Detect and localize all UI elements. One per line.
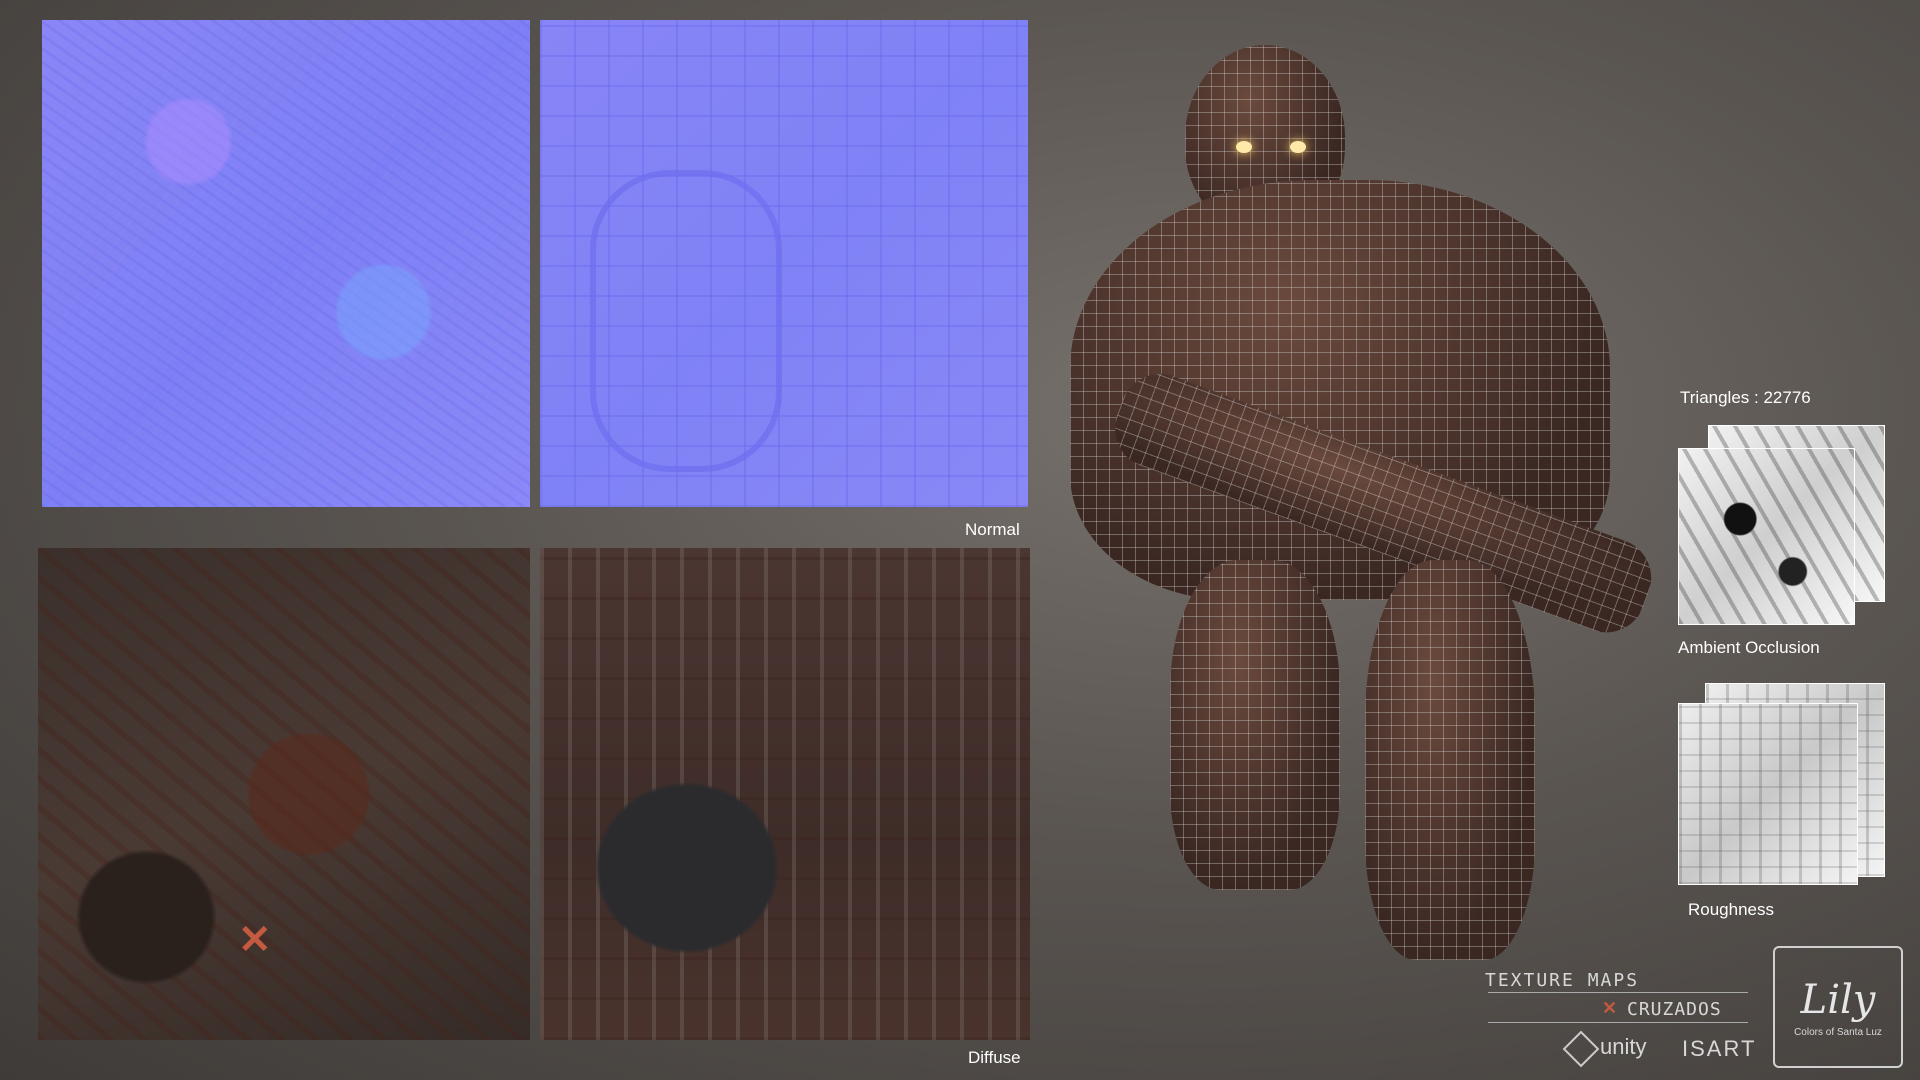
diffuse-label: Diffuse	[968, 1048, 1021, 1067]
diffuse-map-texture-a: ✕	[38, 548, 530, 1040]
normal-map-oval-shape	[590, 170, 782, 472]
diffuse-map-texture-b	[540, 548, 1030, 1040]
unity-label: unity	[1600, 1034, 1647, 1059]
heading-underline	[1488, 992, 1748, 993]
isart-label: ISART	[1682, 1036, 1757, 1061]
character-wireframe-render	[1040, 40, 1680, 970]
roughness-map-front	[1678, 703, 1858, 885]
cruzados-label: CRUZADOS	[1627, 999, 1722, 1020]
ambient-occlusion-map-front	[1678, 448, 1855, 625]
normal-label: Normal	[965, 520, 1020, 539]
normal-map-texture-b	[540, 20, 1028, 507]
character-left-leg	[1170, 560, 1340, 890]
heading-underline-2	[1488, 1022, 1748, 1023]
lily-logo-title: Lily	[1800, 976, 1876, 1023]
x-mark-icon: ✕	[238, 918, 272, 962]
lily-logo: Lily Colors of Santa Luz	[1773, 946, 1903, 1068]
texture-maps-heading: TEXTURE MAPS	[1485, 970, 1640, 991]
lily-logo-subtitle: Colors of Santa Luz	[1794, 1026, 1882, 1038]
triangle-count-label: Triangles : 22776	[1680, 388, 1811, 407]
roughness-label: Roughness	[1688, 900, 1775, 919]
glowing-eye-icon	[1290, 141, 1306, 153]
unity-logo-icon	[1562, 1030, 1600, 1068]
ambient-occlusion-label: Ambient Occlusion	[1678, 638, 1820, 657]
glowing-eye-icon	[1236, 141, 1252, 153]
character-right-leg	[1365, 560, 1535, 960]
cruzados-x-icon: ✕	[1602, 998, 1618, 1018]
normal-map-texture-a	[42, 20, 530, 507]
